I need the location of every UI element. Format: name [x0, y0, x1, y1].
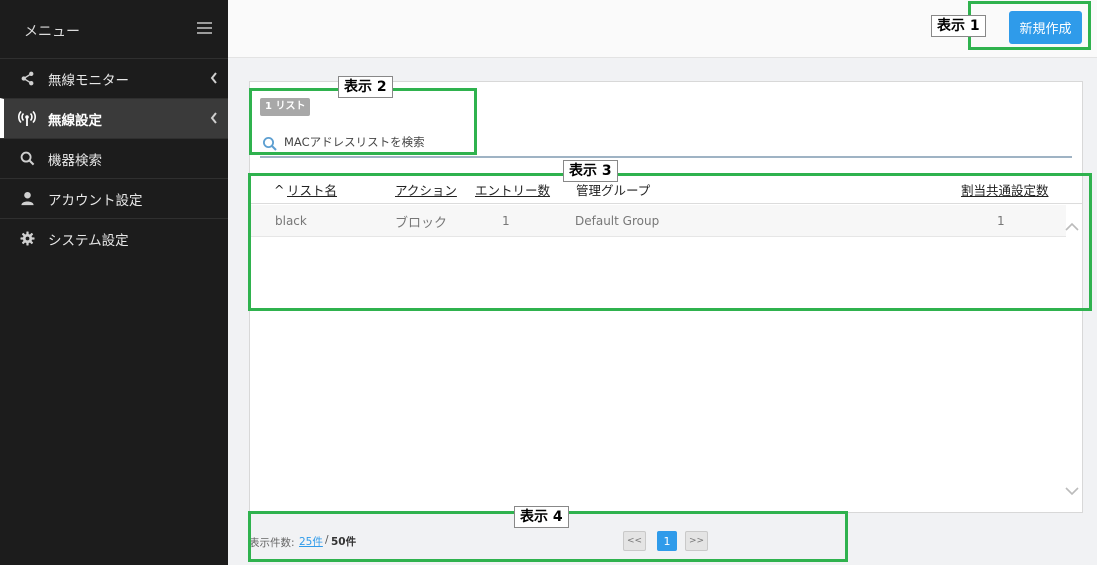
gear-icon [18, 230, 36, 248]
sidebar-title: メニュー [24, 24, 80, 40]
list-count-badge: 1 リスト [260, 98, 311, 116]
sidebar-item-wireless-settings[interactable]: 無線設定 [0, 98, 228, 138]
sidebar-item-label: 無線モニター [48, 72, 129, 89]
cell-entry-count: 1 [502, 214, 510, 228]
cell-list-name: black [275, 214, 307, 228]
sidebar-item-label: アカウント設定 [48, 192, 143, 209]
annotation-label-2: 表示 2 [338, 76, 393, 98]
user-icon [18, 190, 36, 208]
new-create-button[interactable]: 新規作成 [1009, 11, 1082, 44]
pagination-bar: 表示件数: 25件 / 50件 << 1 >> [249, 528, 1083, 558]
sidebar-item-label: 機器検索 [48, 152, 102, 169]
table-row[interactable]: black ブロック 1 Default Group 1 [250, 205, 1066, 237]
scroll-down-icon[interactable] [1065, 486, 1079, 496]
mac-list-panel: 1 リスト ^ リスト名 アクション エントリー数 管理グループ 割当共通設定数… [249, 81, 1083, 513]
column-management-group: 管理グループ [576, 183, 651, 198]
cell-management-group: Default Group [575, 214, 660, 228]
annotation-label-4: 表示 4 [514, 506, 569, 528]
cell-action: ブロック [395, 216, 448, 231]
chevron-left-icon [210, 112, 217, 124]
cell-assigned-settings: 1 [997, 214, 1005, 228]
sidebar-item-label: システム設定 [48, 232, 129, 249]
count-separator: / [325, 534, 329, 546]
annotation-label-3: 表示 3 [563, 160, 618, 182]
column-entry-count[interactable]: エントリー数 [475, 180, 550, 199]
column-action[interactable]: アクション [395, 180, 457, 199]
search-icon [263, 137, 277, 151]
next-page-button[interactable]: >> [685, 531, 708, 551]
hamburger-menu-icon[interactable] [197, 22, 212, 34]
prev-page-button[interactable]: << [623, 531, 646, 551]
sidebar-header: メニュー [0, 0, 228, 58]
per-page-link[interactable]: 25件 [299, 534, 323, 549]
search-bar [260, 128, 1072, 158]
chevron-left-icon [210, 72, 217, 84]
annotation-label-1: 表示 1 [931, 15, 986, 37]
column-assigned-settings[interactable]: 割当共通設定数 [961, 180, 1049, 199]
total-count: 50件 [331, 536, 357, 548]
sidebar: メニュー 無線モニター 無線設定 機器検索 アカウント設定 システム設定 [0, 0, 228, 565]
share-icon [18, 70, 36, 88]
sort-asc-icon[interactable]: ^ [274, 182, 284, 197]
antenna-icon [18, 110, 36, 128]
sidebar-item-label: 無線設定 [48, 112, 102, 129]
display-count-label: 表示件数: [249, 537, 295, 549]
search-input[interactable] [284, 132, 984, 152]
sidebar-item-device-search[interactable]: 機器検索 [0, 138, 228, 178]
page-1-button[interactable]: 1 [657, 531, 677, 551]
sidebar-item-system-settings[interactable]: システム設定 [0, 218, 228, 258]
column-list-name[interactable]: リスト名 [287, 180, 337, 199]
search-icon [18, 150, 36, 168]
sidebar-item-account-settings[interactable]: アカウント設定 [0, 178, 228, 218]
scroll-up-icon[interactable] [1065, 222, 1079, 232]
table-header: ^ リスト名 アクション エントリー数 管理グループ 割当共通設定数 [250, 176, 1082, 204]
sidebar-item-wireless-monitor[interactable]: 無線モニター [0, 58, 228, 98]
